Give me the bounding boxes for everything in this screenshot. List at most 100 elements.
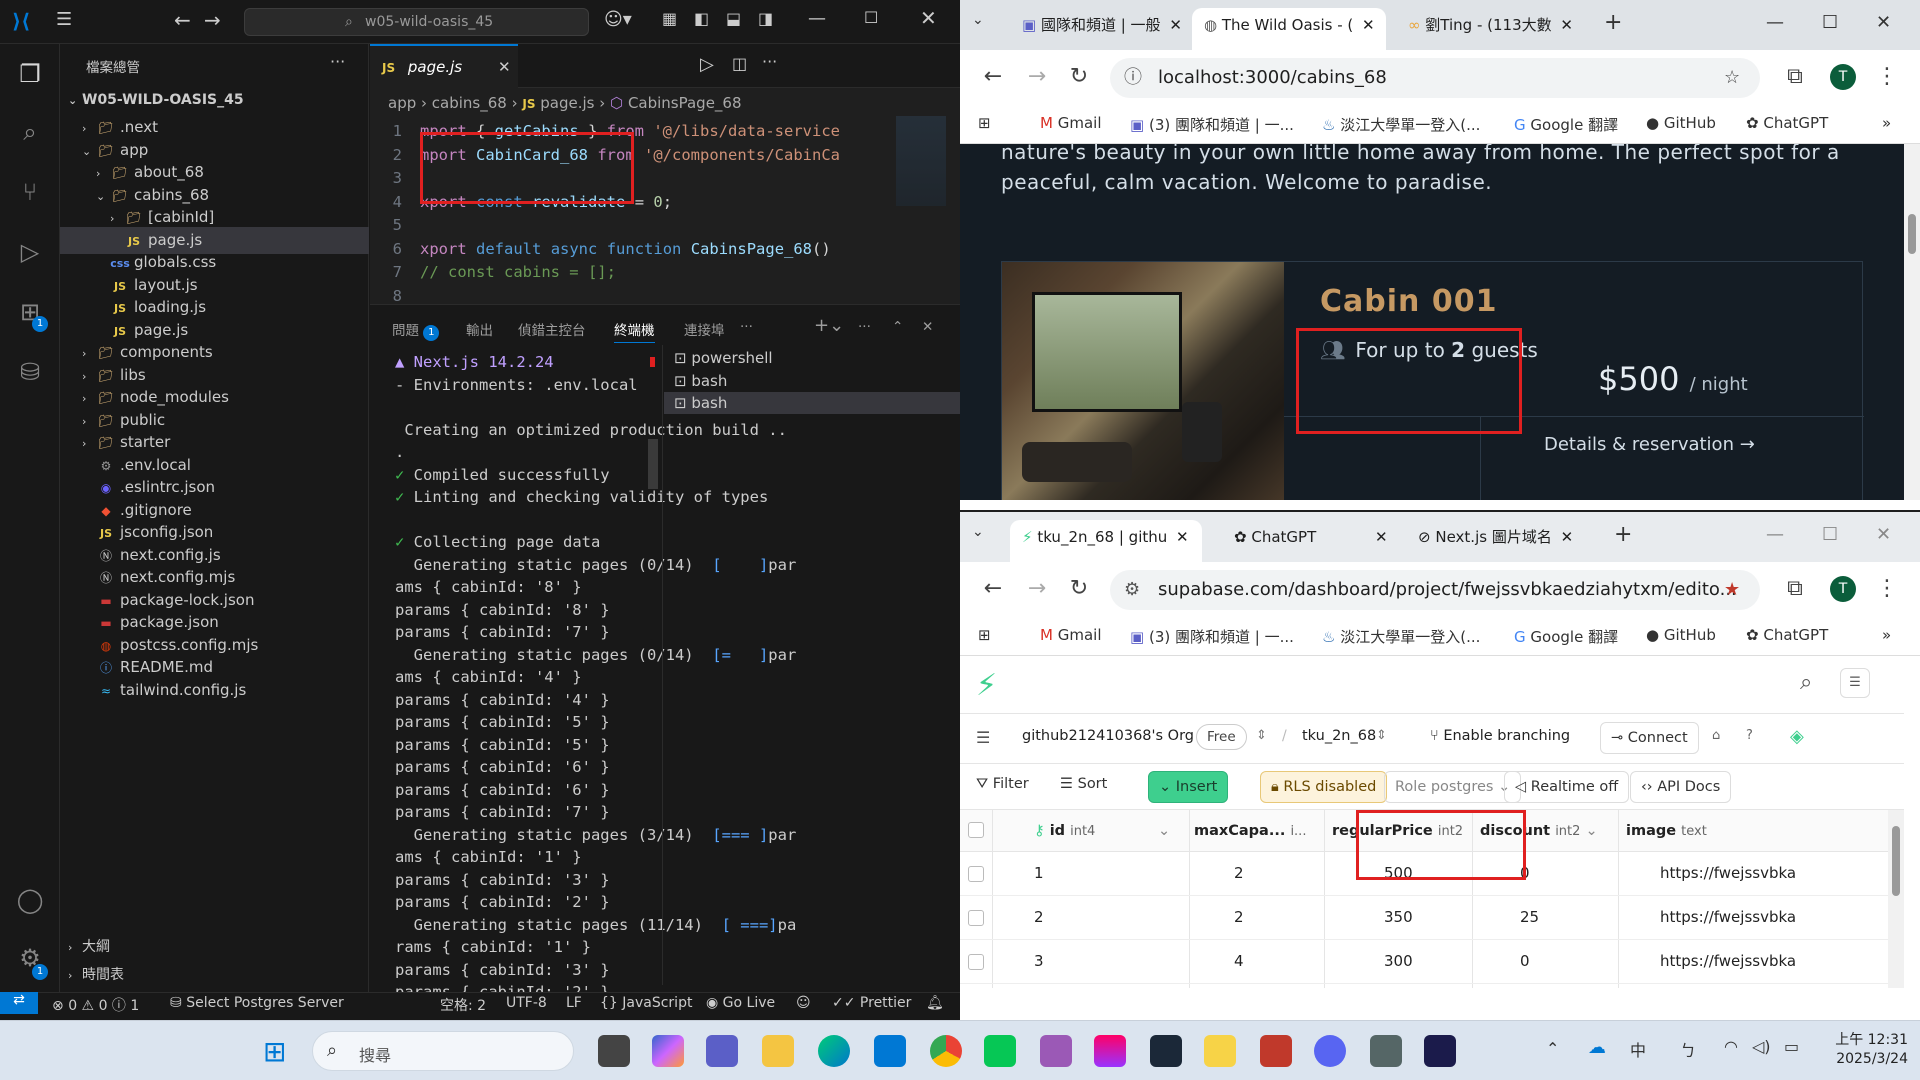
split-editor-icon[interactable]: ◫ [732, 54, 747, 73]
terminal-instance[interactable]: ⊡ bash [664, 370, 960, 392]
advisor-icon[interactable]: ◈ [1790, 726, 1804, 747]
sticky-notes-icon[interactable] [1204, 1035, 1236, 1067]
bookmark-chatgpt[interactable]: ✿ ChatGPT [1746, 114, 1828, 132]
connect-button[interactable]: ⊸ Connect [1600, 722, 1699, 754]
volume-icon[interactable]: ◁) [1752, 1037, 1771, 1056]
minimize-button[interactable]: — [1766, 524, 1784, 545]
menu-icon[interactable]: ☰ [1840, 668, 1870, 698]
cell-max[interactable]: 4 [1234, 952, 1244, 970]
scrollbar-thumb[interactable] [1908, 214, 1916, 254]
close-button[interactable]: ✕ [1876, 524, 1891, 545]
table-row[interactable]: 2 2 350 25 https://fwejssvbka [960, 896, 1888, 940]
copilot-app-icon[interactable] [652, 1035, 684, 1067]
bookmark-star-filled-icon[interactable]: ★ [1724, 570, 1740, 610]
maximize-button[interactable]: ☐ [864, 8, 878, 27]
column-header-image[interactable]: image text [1626, 810, 1707, 852]
language-status[interactable]: {} JavaScript [600, 995, 692, 1011]
column-header-id[interactable]: ⚷ id int4 [1034, 810, 1095, 852]
ime-mode-icon[interactable]: ㄅ [1680, 1037, 1696, 1061]
eol-status[interactable]: LF [566, 995, 582, 1011]
close-button[interactable]: ✕ [920, 6, 937, 30]
back-arrow-icon[interactable]: ← [978, 576, 1008, 601]
tree-item[interactable]: ≈ tailwind.config.js [60, 677, 369, 704]
chevron-down-icon[interactable]: ⌄ [1585, 823, 1597, 839]
database-icon[interactable]: ⛁ [14, 356, 46, 388]
bookmark-translate[interactable]: G Google 翻譯 [1514, 626, 1618, 647]
run-debug-icon[interactable]: ▷ [14, 236, 46, 268]
bookmark-gmail[interactable]: M Gmail [1040, 626, 1102, 644]
tab-page-js[interactable]: JS page.js ✕ [370, 44, 518, 88]
address-bar[interactable]: ⚙ supabase.com/dashboard/project/fwejssv… [1110, 570, 1760, 610]
new-tab-button[interactable]: + [1614, 522, 1632, 547]
sort-button[interactable]: ☰ Sort [1060, 776, 1107, 792]
tab-close-icon[interactable]: ✕ [1375, 528, 1388, 546]
browser-tab[interactable]: ∞ 劉Ting - (113大數 ✕ [1396, 8, 1592, 50]
indent-status[interactable]: 空格: 2 [440, 995, 486, 1015]
root-folder[interactable]: ⌄ W05-WILD-OASIS_45 [60, 87, 369, 114]
maximize-panel-icon[interactable]: ⌃ [892, 319, 903, 335]
org-switch-icon[interactable]: ⇕ [1256, 728, 1267, 743]
timeline-section[interactable]: › 時間表 [60, 962, 369, 989]
breadcrumb-item[interactable]: cabins_68 [432, 94, 507, 112]
layout-icon[interactable]: ▦ [662, 9, 677, 28]
column-header-maxcapacity[interactable]: maxCapa... i... [1194, 810, 1306, 852]
tab-problems[interactable]: 問題 1 [392, 319, 440, 341]
cell-max[interactable]: 2 [1234, 908, 1244, 926]
details-reservation-link[interactable]: Details & reservation → [1544, 434, 1755, 455]
supabase-logo-icon[interactable]: ⚡ [976, 668, 997, 703]
chrome-menu-icon[interactable]: ⋮ [1872, 576, 1902, 601]
insert-button[interactable]: ⌄ Insert [1148, 771, 1229, 803]
apps-grid-icon[interactable]: ⊞ [978, 626, 991, 644]
terminal-instance[interactable]: ⊡ powershell [664, 347, 960, 369]
encoding-status[interactable]: UTF-8 [506, 995, 547, 1011]
clock-time[interactable]: 上午 12:31 [1826, 1029, 1908, 1049]
postgres-status[interactable]: ⛁ Select Postgres Server [170, 995, 344, 1011]
tab-debug-console[interactable]: 偵錯主控台 [518, 319, 586, 339]
bookmark-gmail[interactable]: M Gmail [1040, 114, 1102, 132]
app-icon[interactable] [1424, 1035, 1456, 1067]
profile-avatar[interactable]: T [1830, 576, 1856, 602]
toggle-sidebar-icon[interactable]: ◧ [694, 9, 709, 28]
filter-button[interactable]: ⛛ Filter [976, 776, 1029, 792]
forward-arrow-icon[interactable]: → [1022, 576, 1052, 601]
bookmark-tku[interactable]: ♨ 淡江大學單一登入(... [1322, 626, 1480, 647]
reload-icon[interactable]: ↻ [1064, 64, 1094, 89]
api-docs-button[interactable]: ‹› API Docs [1630, 771, 1732, 803]
new-terminal-icon[interactable]: +⌄ [814, 315, 844, 336]
scrollbar-thumb[interactable] [1892, 826, 1900, 896]
copilot-icon[interactable]: ☺▾ [604, 9, 632, 30]
task-view-icon[interactable] [598, 1035, 630, 1067]
table-row[interactable]: 3 4 300 0 https://fwejssvbka [960, 940, 1888, 984]
tab-terminal[interactable]: 終端機 [614, 319, 655, 343]
run-icon[interactable]: ▷ [700, 54, 714, 75]
cell-image[interactable]: https://fwejssvbka [1660, 864, 1796, 882]
source-control-icon[interactable]: ⑂ [14, 176, 46, 208]
sidebar-toggle-icon[interactable]: ☰ [976, 728, 990, 747]
close-button[interactable]: ✕ [1876, 12, 1891, 33]
chevron-down-icon[interactable]: ⌄ [1158, 810, 1170, 852]
file-explorer-icon[interactable] [762, 1035, 794, 1067]
enable-branching-button[interactable]: ⑂ Enable branching [1430, 728, 1570, 744]
terminal-more-icon[interactable]: ··· [858, 319, 871, 335]
problems-status[interactable]: ⊗ 0 ⚠ 0 ⓘ 1 [52, 995, 139, 1015]
close-panel-icon[interactable]: ✕ [922, 319, 933, 335]
search-icon[interactable]: ⌕ [1800, 670, 1812, 695]
project-switch-icon[interactable]: ⇕ [1376, 728, 1387, 743]
calculator-icon[interactable] [1370, 1035, 1402, 1067]
site-info-icon[interactable]: ⓘ [1124, 58, 1142, 98]
snipping-tool-icon[interactable] [1040, 1035, 1072, 1067]
row-checkbox[interactable] [968, 910, 984, 926]
steam-icon[interactable] [1150, 1035, 1182, 1067]
browser-tab[interactable]: ✿ ChatGPT ✕ [1222, 520, 1402, 562]
terminal-instance[interactable]: ⊡ bash [664, 392, 960, 414]
minimize-button[interactable]: — [1766, 12, 1784, 33]
tab-output[interactable]: 輸出 [466, 319, 493, 339]
breadcrumb-item[interactable]: CabinsPage_68 [628, 94, 742, 112]
bookmark-star-icon[interactable]: ☆ [1724, 58, 1740, 98]
address-bar[interactable]: ⓘ localhost:3000/cabins_68 ☆ [1110, 58, 1760, 98]
golive-status[interactable]: ◉ Go Live [706, 995, 775, 1011]
more-bookmarks-icon[interactable]: » [1882, 626, 1891, 644]
apps-grid-icon[interactable]: ⊞ [978, 114, 991, 132]
maximize-button[interactable]: ☐ [1822, 524, 1838, 545]
back-arrow-icon[interactable]: ← [174, 8, 191, 32]
